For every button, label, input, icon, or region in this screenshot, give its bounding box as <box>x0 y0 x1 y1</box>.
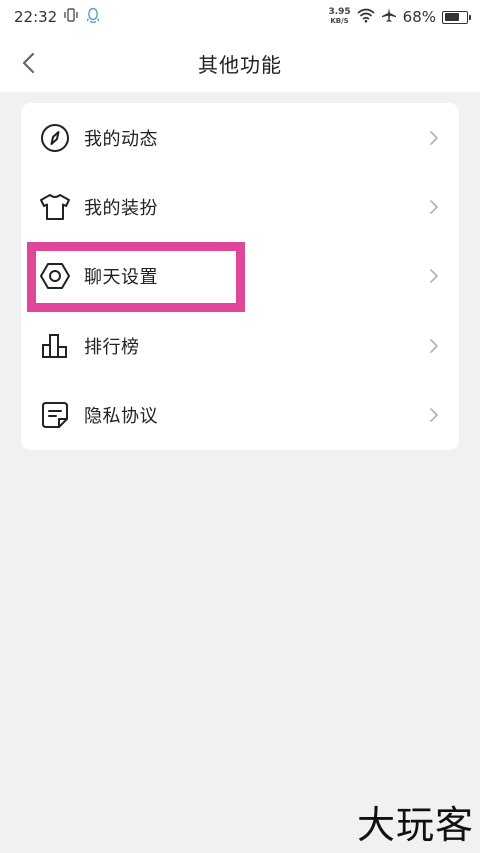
menu-item-label: 我的装扮 <box>84 198 158 220</box>
tshirt-icon <box>39 191 71 223</box>
chevron-right-icon <box>427 267 441 285</box>
network-speed: 3.95 KB/S <box>328 8 350 26</box>
menu-item-label: 排行榜 <box>84 336 140 358</box>
battery-fill <box>444 13 459 21</box>
back-button[interactable] <box>12 46 46 80</box>
compass-icon <box>39 122 71 154</box>
menu-item-my-moments[interactable]: 我的动态 <box>21 103 459 172</box>
nav-bar: 其他功能 <box>0 34 480 92</box>
status-time: 22:32 <box>14 8 58 26</box>
vibrate-icon <box>63 7 79 27</box>
status-left: 22:32 <box>14 7 101 28</box>
network-speed-value: 3.95 <box>328 7 351 17</box>
chevron-right-icon <box>427 337 441 355</box>
document-icon <box>39 399 71 431</box>
chevron-right-icon <box>427 198 441 216</box>
bar-chart-icon <box>39 330 71 362</box>
watermark: 大玩客 <box>356 803 474 847</box>
airplane-icon <box>381 7 397 27</box>
menu-item-label: 隐私协议 <box>84 406 158 428</box>
battery-icon <box>442 10 471 24</box>
qq-icon <box>85 7 101 28</box>
menu-item-privacy-policy[interactable]: 隐私协议 <box>21 381 459 450</box>
menu-item-my-dressup[interactable]: 我的装扮 <box>21 172 459 241</box>
menu-card: 我的动态 我的装扮 聊天设置 排行榜 隐私协议 <box>21 103 459 450</box>
hexagon-settings-icon <box>39 260 71 292</box>
status-bar: 22:32 3.95 KB/S 68% <box>0 0 480 34</box>
status-right: 3.95 KB/S 68% <box>328 7 471 27</box>
menu-item-label: 我的动态 <box>84 128 158 150</box>
chevron-right-icon <box>427 406 441 424</box>
menu-item-leaderboard[interactable]: 排行榜 <box>21 311 459 380</box>
network-speed-unit: KB/S <box>330 17 349 25</box>
chevron-right-icon <box>427 129 441 147</box>
chevron-left-icon <box>22 52 35 74</box>
wifi-icon <box>357 8 375 27</box>
menu-item-chat-settings[interactable]: 聊天设置 <box>21 242 459 311</box>
battery-percent: 68% <box>402 8 436 26</box>
page-title: 其他功能 <box>198 52 282 77</box>
menu-item-label: 聊天设置 <box>84 267 158 289</box>
